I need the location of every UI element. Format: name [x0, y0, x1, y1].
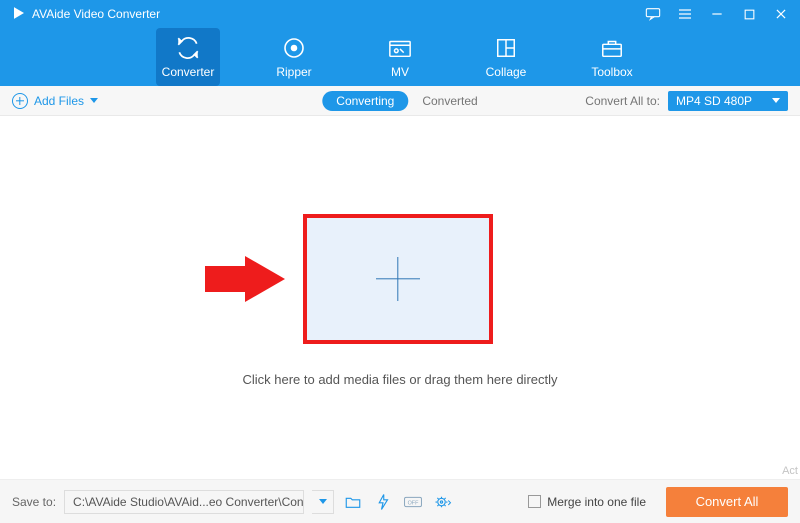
main-tabs: Converter Ripper MV Collage [0, 28, 800, 86]
save-to-label: Save to: [12, 495, 56, 509]
feedback-icon[interactable] [644, 5, 662, 23]
chevron-down-icon [319, 499, 327, 504]
annotation-arrow-icon [205, 256, 285, 302]
mode-converted[interactable]: Converted [422, 94, 477, 108]
toolbox-icon [599, 35, 625, 61]
titlebar: AVAide Video Converter [0, 0, 800, 28]
ripper-icon [281, 35, 307, 61]
tab-label: Collage [486, 65, 527, 79]
output-format-selector[interactable]: MP4 SD 480P [668, 91, 788, 111]
checkbox-icon [528, 495, 541, 508]
convert-all-label: Convert All [696, 494, 759, 509]
plus-icon [376, 257, 420, 301]
converter-icon [175, 35, 201, 61]
drop-zone[interactable] [303, 214, 493, 344]
app-title: AVAide Video Converter [32, 7, 160, 21]
output-format-value: MP4 SD 480P [676, 94, 764, 108]
plus-circle-icon [12, 93, 28, 109]
app-logo-icon [10, 5, 26, 24]
tab-mv[interactable]: MV [368, 28, 432, 86]
tab-label: Ripper [276, 65, 311, 79]
save-path-dropdown[interactable] [312, 490, 334, 514]
drop-zone-hint: Click here to add media files or drag th… [0, 372, 800, 387]
subbar: Add Files Converting Converted Convert A… [0, 86, 800, 116]
tab-converter[interactable]: Converter [156, 28, 220, 86]
hardware-accel-button[interactable] [372, 491, 394, 513]
minimize-icon[interactable] [708, 5, 726, 23]
tab-label: Toolbox [591, 65, 632, 79]
tab-ripper[interactable]: Ripper [262, 28, 326, 86]
tab-collage[interactable]: Collage [474, 28, 538, 86]
svg-text:OFF: OFF [408, 500, 419, 506]
chevron-down-icon [90, 98, 98, 103]
mv-icon [387, 35, 413, 61]
settings-button[interactable] [432, 491, 454, 513]
merge-checkbox[interactable]: Merge into one file [528, 495, 646, 509]
collage-icon [493, 35, 519, 61]
convert-all-button[interactable]: Convert All [666, 487, 788, 517]
mode-converting[interactable]: Converting [322, 91, 408, 111]
footer: Save to: C:\AVAide Studio\AVAid...eo Con… [0, 479, 800, 523]
maximize-icon[interactable] [740, 5, 758, 23]
chevron-down-icon [772, 98, 780, 103]
tab-label: MV [391, 65, 409, 79]
merge-label: Merge into one file [547, 495, 646, 509]
os-watermark-fragment: Act [782, 465, 798, 477]
add-files-label: Add Files [34, 94, 84, 108]
convert-all-to-label: Convert All to: [585, 94, 660, 108]
tab-toolbox[interactable]: Toolbox [580, 28, 644, 86]
close-icon[interactable] [772, 5, 790, 23]
add-files-button[interactable]: Add Files [12, 93, 98, 109]
menu-icon[interactable] [676, 5, 694, 23]
open-folder-button[interactable] [342, 491, 364, 513]
tab-label: Converter [162, 65, 215, 79]
save-path-field[interactable]: C:\AVAide Studio\AVAid...eo Converter\Co… [64, 490, 304, 514]
main-area: Click here to add media files or drag th… [0, 116, 800, 479]
high-speed-button[interactable]: OFF [402, 491, 424, 513]
